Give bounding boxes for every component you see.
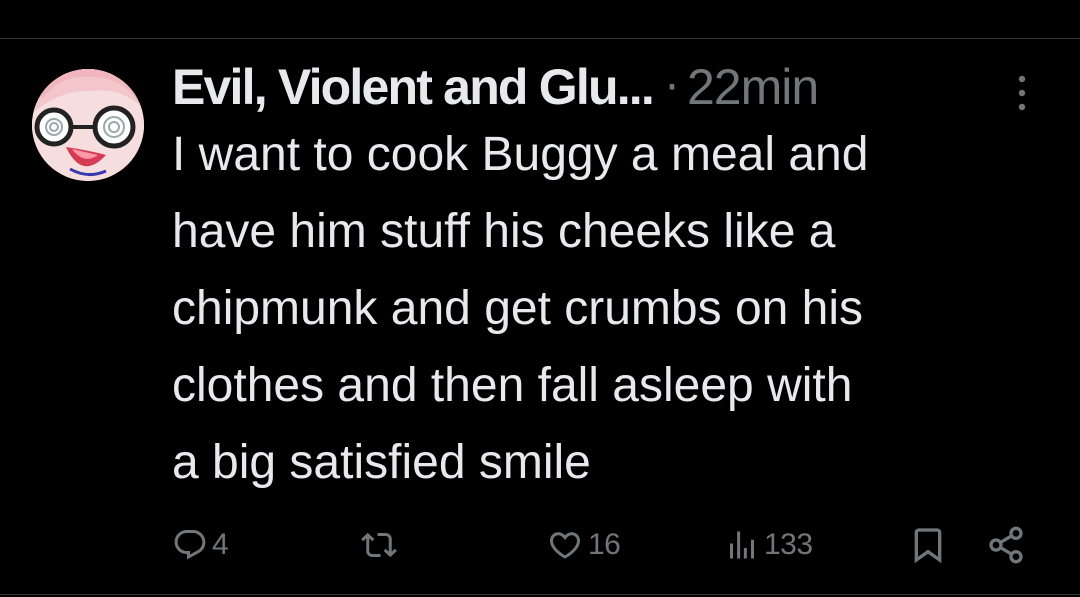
views-button[interactable]: 133: [724, 523, 813, 567]
tweet[interactable]: Evil, Violent and Glu... · 22min I want …: [0, 39, 1080, 595]
reply-button[interactable]: 4: [172, 523, 229, 567]
more-options-button[interactable]: [1002, 69, 1042, 117]
reply-icon: [174, 530, 206, 560]
like-count: 16: [588, 528, 621, 561]
heart-icon: [549, 532, 581, 559]
more-vertical-icon: [1018, 75, 1026, 111]
retweet-button[interactable]: [358, 523, 404, 567]
bottom-divider: [0, 594, 1080, 595]
bookmark-icon: [914, 528, 942, 564]
retweet-icon: [361, 532, 397, 558]
share-icon: [989, 526, 1023, 564]
timestamp[interactable]: 22min: [687, 58, 819, 116]
avatar-image: [32, 69, 144, 181]
views-count: 133: [764, 528, 813, 561]
reply-count: 4: [212, 528, 229, 561]
like-button[interactable]: 16: [546, 523, 621, 567]
tweet-text: I want to cook Buggy a meal and have him…: [172, 128, 869, 489]
share-button[interactable]: [986, 523, 1026, 567]
avatar[interactable]: [32, 69, 144, 181]
header-separator: ·: [664, 61, 679, 113]
display-name[interactable]: Evil, Violent and Glu...: [172, 58, 655, 116]
bookmark-button[interactable]: [908, 523, 948, 567]
views-icon: [730, 531, 754, 559]
tweet-header: Evil, Violent and Glu... · 22min: [172, 57, 819, 117]
